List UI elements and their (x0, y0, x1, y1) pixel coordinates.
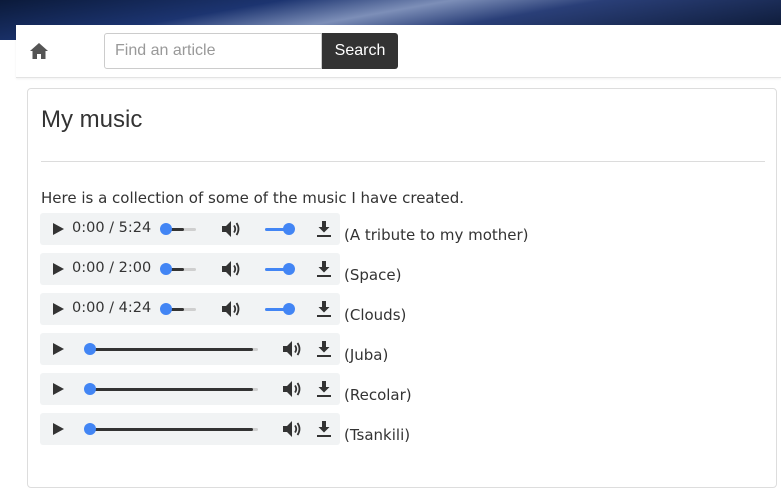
play-icon (53, 423, 64, 435)
seek-slider[interactable] (84, 423, 258, 435)
track-item: (Juba) (28, 333, 728, 365)
audio-player (40, 413, 340, 445)
seek-slider[interactable] (160, 263, 196, 275)
play-button[interactable] (51, 262, 65, 276)
play-icon (53, 303, 64, 315)
download-icon (317, 421, 331, 437)
volume-icon (222, 301, 240, 317)
audio-player (40, 333, 340, 365)
seek-handle[interactable] (160, 263, 172, 275)
play-button[interactable] (51, 422, 65, 436)
home-icon (30, 43, 48, 59)
seek-handle[interactable] (160, 223, 172, 235)
track-title: (Clouds) (344, 306, 407, 324)
time-display: 0:00 / 5:24 (72, 220, 152, 236)
mute-button[interactable] (282, 340, 302, 358)
track-title: (Juba) (344, 346, 389, 364)
play-button[interactable] (51, 302, 65, 316)
volume-handle[interactable] (283, 223, 295, 235)
time-display: 0:00 / 4:24 (72, 300, 152, 316)
download-button[interactable] (315, 420, 333, 438)
volume-handle[interactable] (283, 263, 295, 275)
download-button[interactable] (315, 220, 333, 238)
content-panel: My music Here is a collection of some of… (27, 88, 777, 488)
track-item: (Tsankili) (28, 413, 728, 445)
seek-buffer-fill (90, 428, 253, 431)
download-icon (317, 381, 331, 397)
seek-handle[interactable] (84, 343, 96, 355)
track-item: 0:00 / 5:24 (A tribute to my mother) (28, 213, 728, 245)
seek-handle[interactable] (84, 423, 96, 435)
divider (41, 161, 765, 162)
seek-slider[interactable] (160, 303, 196, 315)
search-button[interactable]: Search (322, 33, 398, 69)
play-icon (53, 343, 64, 355)
volume-icon (283, 381, 301, 397)
track-item: 0:00 / 4:24 (Clouds) (28, 293, 728, 325)
track-title: (A tribute to my mother) (344, 226, 529, 244)
play-icon (53, 263, 64, 275)
track-title: (Space) (344, 266, 402, 284)
download-button[interactable] (315, 380, 333, 398)
seek-buffer-fill (90, 388, 253, 391)
seek-handle[interactable] (84, 383, 96, 395)
navbar: Search (16, 25, 781, 78)
download-icon (317, 341, 331, 357)
mute-button[interactable] (282, 380, 302, 398)
download-button[interactable] (315, 300, 333, 318)
download-button[interactable] (315, 340, 333, 358)
seek-slider[interactable] (84, 383, 258, 395)
mute-button[interactable] (221, 260, 241, 278)
track-item: (Recolar) (28, 373, 728, 405)
mute-button[interactable] (221, 220, 241, 238)
download-icon (317, 221, 331, 237)
download-icon (317, 301, 331, 317)
audio-player: 0:00 / 5:24 (40, 213, 340, 245)
page-title: My music (41, 106, 143, 133)
home-link[interactable] (28, 40, 50, 62)
track-item: 0:00 / 2:00 (Space) (28, 253, 728, 285)
volume-icon (222, 261, 240, 277)
play-icon (53, 383, 64, 395)
volume-icon (283, 421, 301, 437)
audio-player: 0:00 / 2:00 (40, 253, 340, 285)
audio-player: 0:00 / 4:24 (40, 293, 340, 325)
seek-buffer-fill (90, 348, 253, 351)
intro-text: Here is a collection of some of the musi… (41, 189, 465, 207)
seek-handle[interactable] (160, 303, 172, 315)
time-display: 0:00 / 2:00 (72, 260, 152, 276)
play-button[interactable] (51, 222, 65, 236)
seek-slider[interactable] (160, 223, 196, 235)
track-title: (Recolar) (344, 386, 412, 404)
play-button[interactable] (51, 342, 65, 356)
play-button[interactable] (51, 382, 65, 396)
volume-icon (222, 221, 240, 237)
volume-icon (283, 341, 301, 357)
seek-slider[interactable] (84, 343, 258, 355)
search-input[interactable] (104, 33, 322, 69)
play-icon (53, 223, 64, 235)
audio-player (40, 373, 340, 405)
download-icon (317, 261, 331, 277)
mute-button[interactable] (221, 300, 241, 318)
volume-handle[interactable] (283, 303, 295, 315)
mute-button[interactable] (282, 420, 302, 438)
track-title: (Tsankili) (344, 426, 411, 444)
download-button[interactable] (315, 260, 333, 278)
